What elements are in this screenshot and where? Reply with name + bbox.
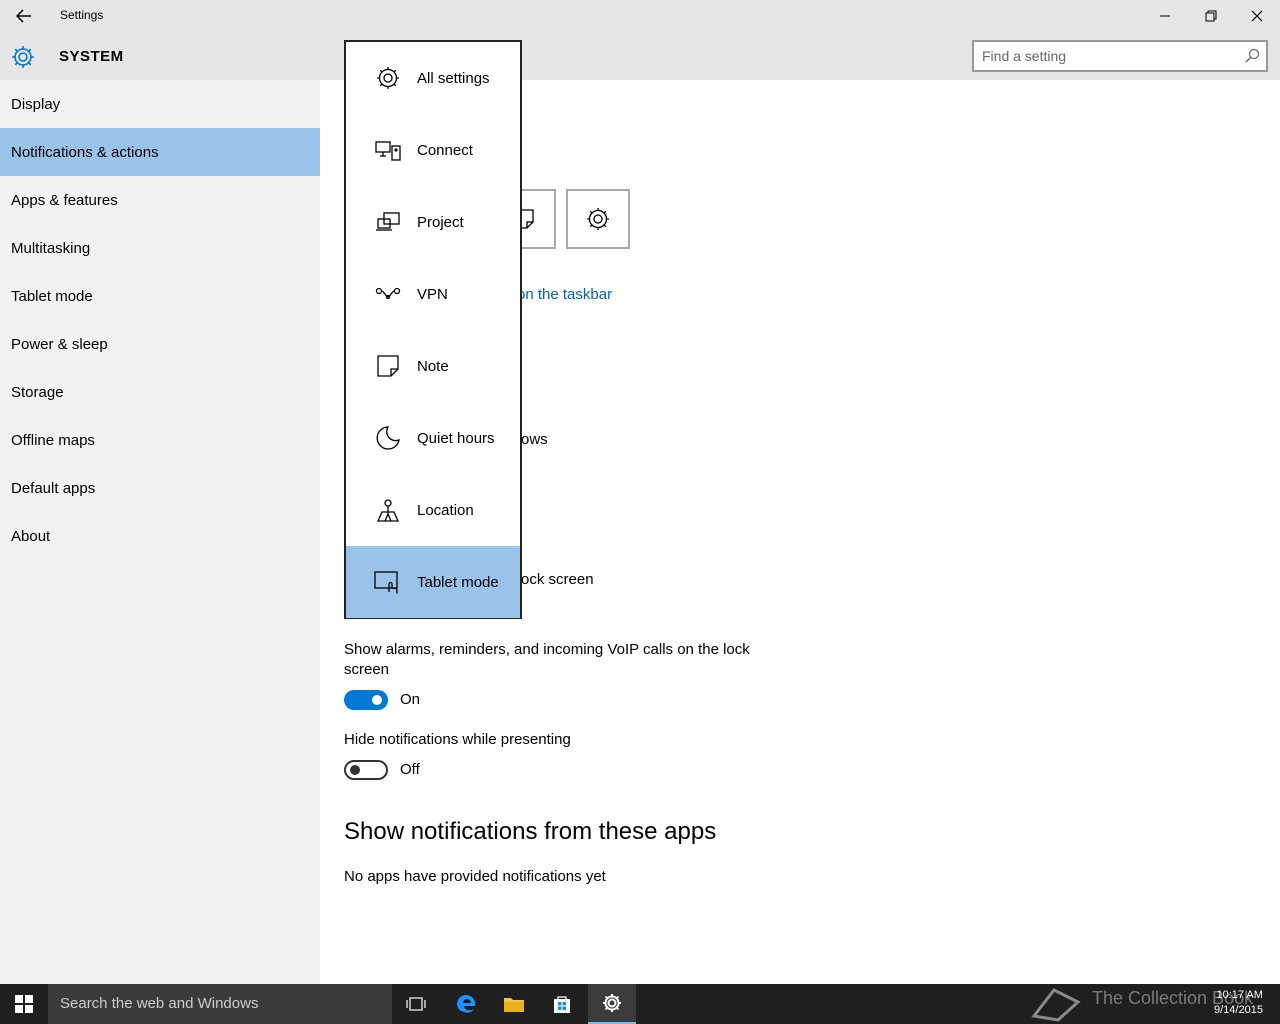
file-explorer-button[interactable]: [490, 984, 538, 1024]
dropdown-item-vpn[interactable]: VPN: [346, 258, 520, 330]
note-icon: [374, 352, 402, 380]
minimize-icon: [1160, 15, 1170, 17]
dropdown-item-all-settings[interactable]: All settings: [346, 42, 520, 114]
windows-logo-icon: [15, 995, 33, 1013]
hide-presenting-toggle-state: Off: [400, 761, 420, 778]
restore-button[interactable]: [1188, 0, 1234, 32]
lock-screen-setting-label-partial: ock screen: [521, 571, 594, 588]
task-view-icon: [406, 997, 426, 1011]
store-icon: [554, 996, 570, 1013]
settings-header: SYSTEM: [0, 32, 1280, 80]
back-button[interactable]: [8, 4, 40, 28]
vpn-icon: [374, 280, 402, 308]
book-watermark-icon: [1031, 988, 1081, 1022]
sidebar-item-tablet-mode[interactable]: Tablet mode: [0, 272, 320, 320]
close-icon: [1251, 10, 1263, 22]
task-view-button[interactable]: [392, 984, 440, 1024]
quick-action-tile-all-settings[interactable]: [566, 189, 630, 249]
system-clock[interactable]: 10:17 AM 9/14/2015: [1214, 988, 1263, 1018]
window-title: Settings: [60, 8, 104, 22]
sidebar-item-display[interactable]: Display: [0, 80, 320, 128]
alarms-toggle-state: On: [400, 691, 421, 708]
gear-icon: [603, 994, 621, 1012]
system-gear-icon: [12, 46, 34, 68]
close-button[interactable]: [1234, 0, 1280, 32]
location-icon: [374, 496, 402, 524]
dropdown-item-quiet-hours[interactable]: Quiet hours: [346, 402, 520, 474]
store-button[interactable]: [538, 984, 586, 1024]
sidebar-item-about[interactable]: About: [0, 512, 320, 560]
alarms-toggle[interactable]: [344, 690, 388, 710]
sidebar: Display Notifications & actions Apps & f…: [0, 80, 320, 984]
restore-icon: [1205, 10, 1217, 22]
hide-presenting-toggle[interactable]: [344, 760, 388, 780]
no-apps-text: No apps have provided notifications yet: [344, 868, 606, 885]
back-arrow-icon: [16, 9, 31, 23]
apps-section-title: Show notifications from these apps: [344, 818, 717, 845]
sidebar-item-notifications-actions[interactable]: Notifications & actions: [0, 128, 320, 176]
dropdown-item-note[interactable]: Note: [346, 330, 520, 402]
hide-presenting-setting-label: Hide notifications while presenting: [344, 731, 571, 748]
taskbar-search[interactable]: Search the web and Windows: [48, 984, 392, 1024]
tips-setting-label-partial: ows: [521, 431, 548, 448]
edge-browser-button[interactable]: [442, 984, 490, 1024]
gear-icon: [587, 208, 609, 230]
page-title: SYSTEM: [59, 48, 124, 65]
dropdown-item-project[interactable]: Project: [346, 186, 520, 258]
title-bar: Settings: [0, 0, 1280, 32]
sidebar-item-offline-maps[interactable]: Offline maps: [0, 416, 320, 464]
sidebar-item-power-sleep[interactable]: Power & sleep: [0, 320, 320, 368]
start-button[interactable]: [0, 984, 48, 1024]
gear-icon: [374, 64, 402, 92]
moon-icon: [374, 424, 402, 452]
search-icon[interactable]: [1244, 48, 1260, 64]
sidebar-item-default-apps[interactable]: Default apps: [0, 464, 320, 512]
folder-icon: [504, 998, 524, 1012]
taskbar-icons-link[interactable]: on the taskbar: [517, 286, 612, 303]
dropdown-item-location[interactable]: Location: [346, 474, 520, 546]
connect-icon: [374, 136, 402, 164]
dropdown-item-tablet-mode[interactable]: Tablet mode: [346, 546, 520, 618]
quick-action-dropdown: All settings Connect Project VPN Note Qu…: [344, 40, 522, 619]
project-icon: [374, 208, 402, 236]
sidebar-item-storage[interactable]: Storage: [0, 368, 320, 416]
alarms-setting-label: Show alarms, reminders, and incoming VoI…: [344, 641, 750, 678]
sidebar-item-apps-features[interactable]: Apps & features: [0, 176, 320, 224]
sidebar-item-multitasking[interactable]: Multitasking: [0, 224, 320, 272]
taskbar: Search the web and Windows The Collectio…: [0, 984, 1280, 1024]
search-input[interactable]: [982, 47, 1232, 65]
dropdown-item-connect[interactable]: Connect: [346, 114, 520, 186]
edge-icon: [457, 994, 476, 1013]
search-box[interactable]: [972, 40, 1268, 72]
minimize-button[interactable]: [1142, 0, 1188, 32]
tablet-mode-icon: [374, 568, 402, 596]
settings-taskbar-button[interactable]: [588, 984, 636, 1024]
